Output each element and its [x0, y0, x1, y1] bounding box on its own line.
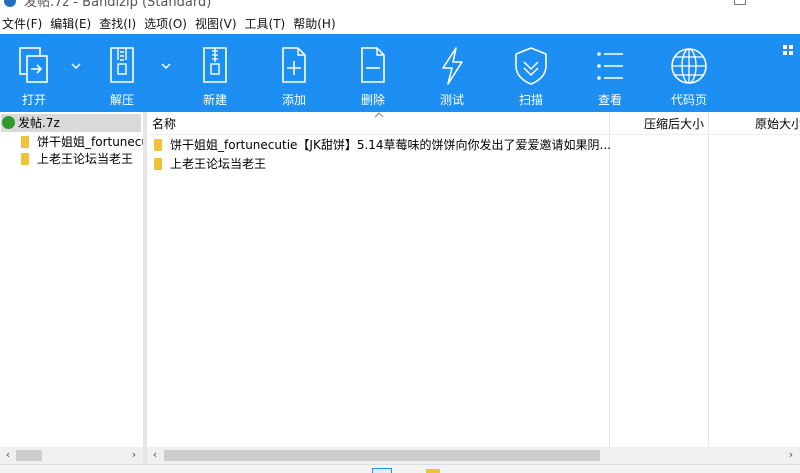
view-label: 查看 — [597, 93, 622, 107]
chevron-down-icon — [71, 63, 81, 70]
close-button[interactable] — [774, 0, 784, 3]
menu-view[interactable]: 视图(V) — [193, 15, 241, 32]
restore-button[interactable] — [734, 0, 746, 5]
list-header: 名称 压缩后大小 原始大小 — [147, 112, 800, 135]
delete-label: 删除 — [360, 93, 385, 107]
open-icon — [19, 47, 48, 83]
toolbar-menu-button[interactable] — [782, 44, 796, 58]
view-button[interactable]: 查看 — [570, 34, 650, 112]
column-header-compressed-size[interactable]: 压缩后大小 — [644, 112, 714, 134]
codepage-button[interactable]: 代码页 — [649, 34, 729, 112]
open-button[interactable]: 打开 — [0, 34, 74, 112]
details-view-icon[interactable] — [372, 468, 392, 473]
new-label: 新建 — [202, 93, 227, 107]
folder-tree: 发帖.7z 饼干姐姐_fortunecu 上老王论坛当老王 — [0, 112, 143, 447]
tree-item-folder-2[interactable]: 上老王论坛当老王 — [21, 150, 133, 168]
title-bar: 发帖.7z - Bandizip (Standard) — [0, 0, 800, 12]
scroll-right-icon[interactable]: › — [785, 449, 797, 461]
folder-icon — [21, 135, 29, 148]
new-archive-button[interactable]: 新建 — [175, 34, 255, 112]
folder-view-icon[interactable] — [426, 469, 440, 473]
column-divider[interactable] — [708, 112, 709, 447]
delete-icon — [361, 47, 385, 83]
menu-options[interactable]: 选项(O) — [142, 15, 191, 32]
list-item-name: 上老王论坛当老王 — [170, 157, 267, 171]
app-icon — [4, 0, 16, 7]
lightning-icon — [442, 47, 463, 85]
sort-up-icon — [374, 112, 384, 118]
window-title: 发帖.7z - Bandizip (Standard) — [24, 0, 212, 10]
tree-item-label: 饼干姐姐_fortunecu — [37, 135, 143, 149]
column-header-original-size[interactable]: 原始大小 — [755, 112, 800, 134]
test-label: 测试 — [439, 93, 464, 107]
menu-file[interactable]: 文件(F) — [0, 15, 46, 32]
menu-edit[interactable]: 编辑(E) — [48, 15, 95, 32]
menu-bar: 文件(F) 编辑(E) 查找(I) 选项(O) 视图(V) 工具(T) 帮助(H… — [0, 12, 800, 34]
file-list: 名称 压缩后大小 原始大小 饼干姐姐_fortunecutie【JK甜饼】5.1… — [147, 112, 800, 447]
tree-horizontal-scrollbar[interactable]: ‹ › — [0, 447, 143, 464]
extract-label: 解压 — [109, 93, 134, 107]
grid-menu-icon — [783, 45, 793, 55]
column-divider[interactable] — [609, 112, 610, 447]
delete-button[interactable]: 删除 — [333, 34, 413, 112]
add-icon — [282, 47, 306, 83]
new-archive-icon — [203, 47, 227, 83]
folder-icon — [21, 152, 29, 165]
tree-item-folder-1[interactable]: 饼干姐姐_fortunecu — [21, 133, 143, 151]
open-label: 打开 — [21, 93, 46, 107]
tree-root-label: 发帖.7z — [18, 116, 60, 130]
toolbar: 打开 解压 新建 添加 删除 测试 扫描 查看 代码页 — [0, 34, 800, 112]
scroll-thumb[interactable] — [16, 450, 42, 461]
extract-dropdown-button[interactable] — [160, 60, 174, 72]
folder-icon — [154, 138, 162, 151]
scan-shield-icon — [515, 47, 547, 85]
archive-icon — [2, 116, 15, 129]
scroll-left-icon[interactable]: ‹ — [149, 449, 161, 461]
extract-icon — [110, 47, 134, 83]
scan-label: 扫描 — [518, 93, 543, 107]
scroll-thumb[interactable] — [164, 450, 600, 461]
menu-tools[interactable]: 工具(T) — [243, 15, 290, 32]
codepage-label: 代码页 — [670, 93, 707, 107]
list-horizontal-scrollbar[interactable]: ‹ › — [147, 447, 800, 464]
scan-button[interactable]: 扫描 — [491, 34, 571, 112]
list-item[interactable]: 饼干姐姐_fortunecutie【JK甜饼】5.14草莓味的饼饼向你发出了爱爱… — [147, 136, 611, 155]
add-button[interactable]: 添加 — [254, 34, 334, 112]
test-button[interactable]: 测试 — [412, 34, 492, 112]
menu-find[interactable]: 查找(I) — [97, 15, 140, 32]
view-list-icon — [597, 52, 623, 80]
add-label: 添加 — [281, 93, 306, 107]
chevron-down-icon — [161, 63, 171, 70]
scroll-right-icon[interactable]: › — [128, 449, 140, 461]
list-item-name: 饼干姐姐_fortunecutie【JK甜饼】5.14草莓味的饼饼向你发出了爱爱… — [170, 138, 611, 152]
extract-button[interactable]: 解压 — [82, 34, 162, 112]
scroll-left-icon[interactable]: ‹ — [2, 449, 14, 461]
tree-root-archive[interactable]: 发帖.7z — [1, 114, 141, 132]
folder-icon — [154, 157, 162, 170]
menu-help[interactable]: 帮助(H) — [291, 15, 339, 32]
list-item[interactable]: 上老王论坛当老王 — [147, 155, 607, 174]
tree-item-label: 上老王论坛当老王 — [37, 152, 134, 166]
globe-icon — [671, 48, 707, 84]
